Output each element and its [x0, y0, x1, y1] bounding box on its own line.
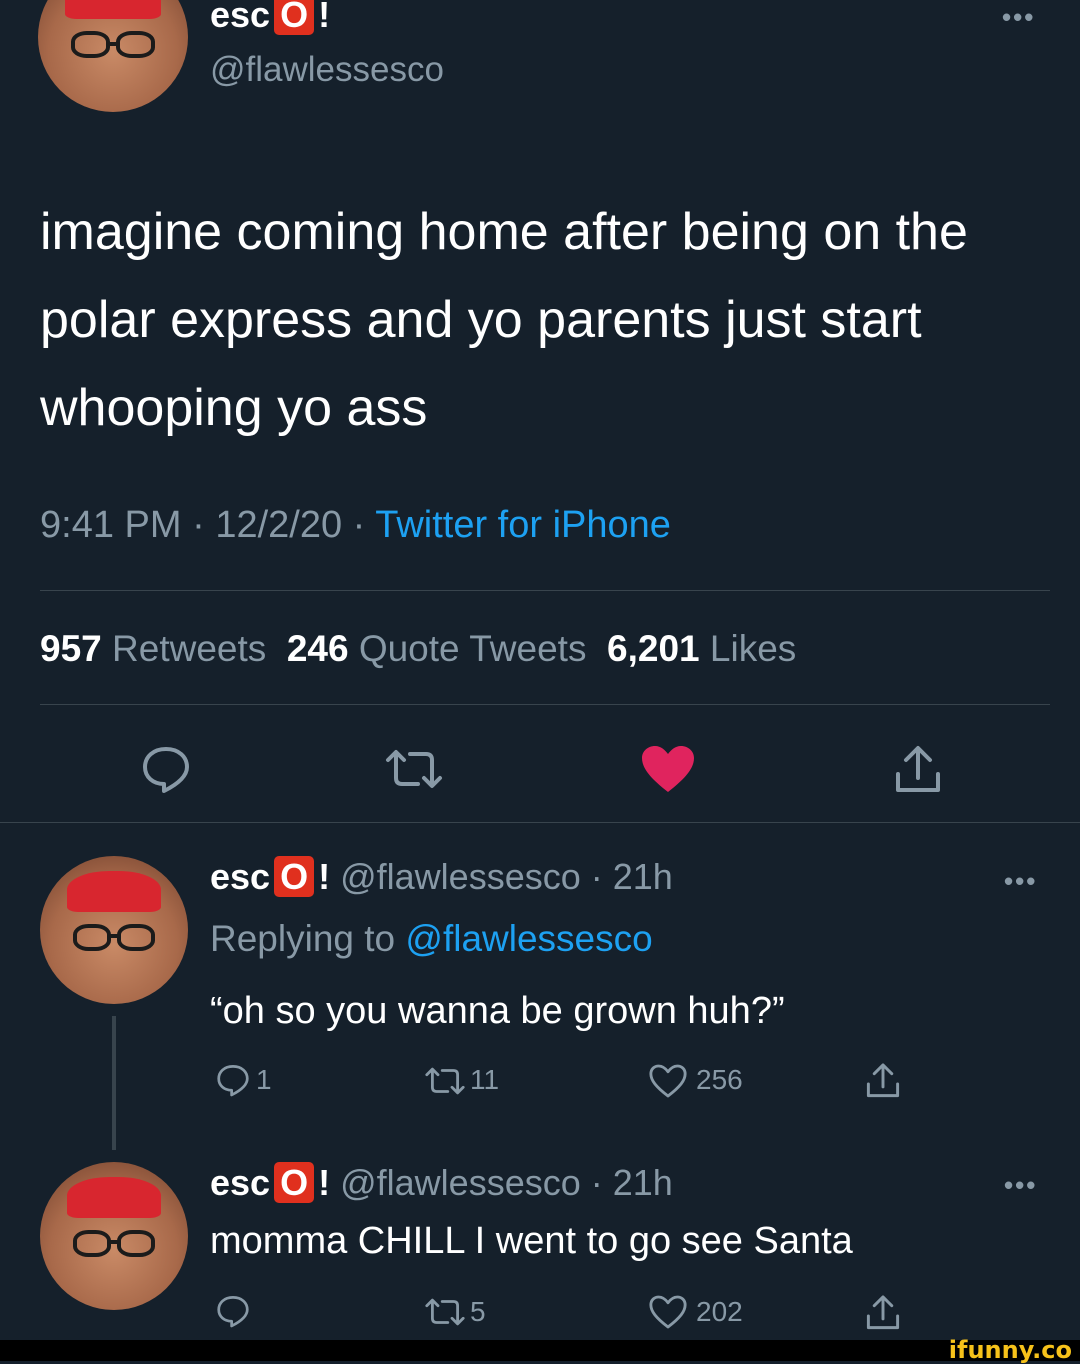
thread-line	[112, 1016, 116, 1150]
retweets-stat[interactable]: 957 Retweets	[40, 628, 266, 669]
tweet-text: imagine coming home after being on the p…	[40, 203, 968, 437]
divider	[40, 704, 1050, 705]
share-icon[interactable]	[864, 1294, 902, 1332]
avatar[interactable]	[38, 0, 188, 112]
reply-header: esc O! @flawlessesco · 21h	[210, 856, 673, 898]
tweet-stats: 957 Retweets 246 Quote Tweets 6,201 Like…	[40, 628, 796, 670]
retweet-icon[interactable]	[424, 1297, 466, 1327]
avatar[interactable]	[40, 856, 188, 1004]
name-badge: O	[274, 856, 315, 898]
share-icon[interactable]	[892, 744, 944, 796]
retweet-count: 5	[470, 1296, 486, 1327]
reply-count: 1	[256, 1064, 272, 1095]
quote-tweets-stat[interactable]: 246 Quote Tweets	[287, 628, 587, 669]
replying-to-link[interactable]: @flawlessesco	[405, 918, 652, 959]
more-icon[interactable]: •••	[1002, 2, 1035, 33]
likes-stat[interactable]: 6,201 Likes	[607, 628, 796, 669]
like-icon[interactable]	[640, 744, 696, 794]
reply-icon[interactable]	[215, 1063, 251, 1097]
handle-time[interactable]: @flawlessesco · 21h	[340, 856, 673, 897]
avatar[interactable]	[40, 1162, 188, 1310]
tweet-meta: 9:41 PM · 12/2/20 · Twitter for iPhone	[40, 504, 671, 546]
handle-time[interactable]: @flawlessesco · 21h	[340, 1162, 673, 1203]
more-icon[interactable]: •••	[1004, 1170, 1037, 1201]
replying-to: Replying to @flawlessesco	[210, 918, 653, 959]
like-count: 256	[696, 1064, 743, 1095]
more-icon[interactable]: •••	[1004, 866, 1037, 897]
tweet-date: 12/2/20	[215, 504, 343, 546]
like-icon[interactable]	[648, 1294, 688, 1330]
tweet-time: 9:41 PM	[40, 504, 182, 546]
tweet-source-link[interactable]: Twitter for iPhone	[375, 504, 671, 546]
retweet-icon[interactable]	[424, 1066, 466, 1096]
divider	[0, 822, 1080, 823]
like-icon[interactable]	[648, 1063, 688, 1099]
retweet-icon[interactable]	[384, 748, 444, 790]
retweet-count: 11	[470, 1064, 500, 1095]
share-icon[interactable]	[864, 1062, 902, 1100]
reply-text: “oh so you wanna be grown huh?”	[210, 990, 785, 1032]
display-name[interactable]: esc O!	[210, 0, 330, 36]
display-name[interactable]: esc O!	[210, 856, 330, 898]
reply-icon[interactable]	[140, 744, 192, 794]
name-badge: O	[274, 1162, 315, 1204]
reply-text: momma CHILL I went to go see Santa	[210, 1220, 853, 1262]
name-badge: O	[274, 0, 315, 36]
like-count: 202	[696, 1296, 743, 1327]
display-name[interactable]: esc O!	[210, 1162, 330, 1204]
watermark: ifunny.co	[948, 1336, 1072, 1364]
reply-icon[interactable]	[215, 1294, 251, 1328]
reply-header: esc O! @flawlessesco · 21h	[210, 1162, 673, 1204]
divider	[40, 590, 1050, 591]
bottom-bar	[0, 1340, 1080, 1361]
handle[interactable]: @flawlessesco	[210, 50, 444, 90]
